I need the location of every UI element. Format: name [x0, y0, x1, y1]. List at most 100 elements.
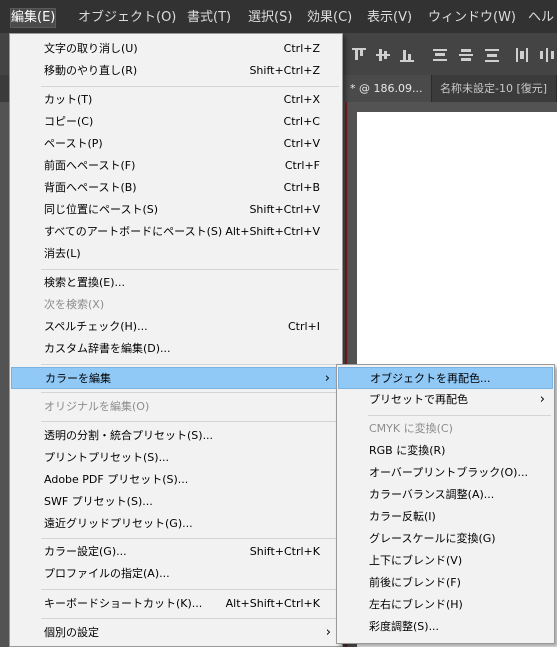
menu-item-color-settings[interactable]: カラー設定(G)... Shift+Ctrl+K [11, 541, 341, 563]
menu-effect[interactable]: 効果(C) [307, 9, 352, 27]
menu-item-label: 上下にブレンド(V) [369, 554, 463, 567]
menu-item-label: 消去(L) [44, 247, 81, 260]
menu-item-label: プロファイルの指定(A)... [44, 567, 170, 580]
menu-item-spell-check[interactable]: スペルチェック(H)... Ctrl+I [11, 316, 341, 338]
menu-item-paste-in-place[interactable]: 同じ位置にペースト(S) Shift+Ctrl+V [11, 199, 341, 221]
align-vertical-center-icon[interactable] [376, 48, 390, 62]
submenu-arrow-icon: › [325, 625, 331, 640]
menu-item-label: 次を検索(X) [44, 298, 105, 311]
menu-item-label: 遠近グリッドプリセット(G)... [44, 517, 193, 530]
menu-type[interactable]: 書式(T) [187, 9, 231, 27]
menu-item-keyboard-shortcuts[interactable]: キーボードショートカット(K)... Alt+Shift+Ctrl+K [11, 593, 341, 615]
menu-item-label: 彩度調整(S)... [369, 620, 440, 633]
align-bottom-icon[interactable] [400, 48, 414, 62]
menu-item-shortcut: Shift+Ctrl+V [249, 203, 320, 216]
menu-item-label: 個別の設定 [44, 626, 99, 639]
distribute-left-icon[interactable] [516, 48, 530, 62]
distribute-bottom-icon[interactable] [485, 48, 499, 62]
submenu-arrow-icon: › [324, 371, 330, 386]
menu-item-convert-grayscale[interactable]: グレースケールに変換(G) [338, 528, 553, 550]
align-top-icon[interactable] [352, 48, 366, 62]
menu-item-label: 透明の分割・統合プリセット(S)... [44, 429, 214, 442]
menu-item-label: オリジナルを編集(O) [44, 400, 150, 413]
menu-item-label: カラーバランス調整(A)... [369, 488, 495, 501]
menu-item-clear[interactable]: 消去(L) [11, 243, 341, 265]
menu-item-shortcut: Alt+Shift+Ctrl+V [225, 225, 320, 238]
menu-item-paste[interactable]: ペースト(P) Ctrl+V [11, 133, 341, 155]
menu-item-label: RGB に変換(R) [369, 444, 446, 457]
menu-item-shortcut: Ctrl+Z [283, 42, 320, 55]
menu-separator [368, 415, 551, 416]
menu-item-paste-in-front[interactable]: 前面へペースト(F) Ctrl+F [11, 155, 341, 177]
menu-item-pdf-presets[interactable]: Adobe PDF プリセット(S)... [11, 469, 341, 491]
tab-document-2[interactable]: 名称未設定-10 [復元] [432, 75, 557, 102]
menu-item-overprint-black[interactable]: オーバープリントブラック(O)... [338, 462, 553, 484]
menu-help[interactable]: ヘル [528, 9, 554, 27]
menu-item-invert-colors[interactable]: カラー反転(I) [338, 506, 553, 528]
menu-item-preferences[interactable]: 個別の設定 › [11, 622, 341, 644]
menu-window[interactable]: ウィンドウ(W) [428, 9, 516, 27]
menu-item-shortcut: Ctrl+V [283, 137, 320, 150]
menu-item-shortcut: Alt+Shift+Ctrl+K [225, 597, 320, 610]
tab-document-1[interactable]: * @ 186.09... [336, 75, 432, 102]
menu-select[interactable]: 選択(S) [248, 9, 292, 27]
menu-item-edit-colors[interactable]: カラーを編集 › [11, 367, 341, 389]
menu-view[interactable]: 表示(V) [367, 9, 412, 27]
menu-item-transparency-presets[interactable]: 透明の分割・統合プリセット(S)... [11, 425, 341, 447]
menu-item-edit-original: オリジナルを編集(O) [11, 396, 341, 418]
menu-separator [41, 86, 339, 87]
menu-item-shortcut: Ctrl+B [283, 181, 320, 194]
menu-item-adjust-color-balance[interactable]: カラーバランス調整(A)... [338, 484, 553, 506]
menu-item-label: 移動のやり直し(R) [44, 64, 138, 77]
menu-item-find-replace[interactable]: 検索と置換(E)... [11, 272, 341, 294]
distribute-top-icon[interactable] [433, 48, 447, 62]
menu-item-label: SWF プリセット(S)... [44, 495, 153, 508]
menu-item-blend-vertically[interactable]: 上下にブレンド(V) [338, 550, 553, 572]
menu-item-shortcut: Ctrl+F [284, 159, 320, 172]
menu-item-label: オブジェクトを再配色... [370, 372, 491, 385]
menu-item-shortcut: Ctrl+C [283, 115, 320, 128]
menu-item-perspective-grid-presets[interactable]: 遠近グリッドプリセット(G)... [11, 513, 341, 535]
menu-item-saturate[interactable]: 彩度調整(S)... [338, 616, 553, 638]
menu-item-label: スペルチェック(H)... [44, 320, 148, 333]
menu-item-swf-presets[interactable]: SWF プリセット(S)... [11, 491, 341, 513]
submenu-arrow-icon: › [539, 392, 545, 407]
distribute-vertical-center-icon[interactable] [459, 48, 473, 62]
menu-item-recolor-with-preset[interactable]: プリセットで再配色 › [338, 389, 553, 411]
menu-item-label: プリセットで再配色 [369, 393, 468, 406]
menu-item-blend-front-to-back[interactable]: 前後にブレンド(F) [338, 572, 553, 594]
menu-item-label: カラー設定(G)... [44, 545, 127, 558]
menu-separator [41, 269, 339, 270]
edit-menu: 文字の取り消し(U) Ctrl+Z 移動のやり直し(R) Shift+Ctrl+Z … [9, 33, 343, 647]
menu-item-label: 文字の取り消し(U) [44, 42, 138, 55]
menu-item-paste-in-back[interactable]: 背面へペースト(B) Ctrl+B [11, 177, 341, 199]
menu-item-undo[interactable]: 文字の取り消し(U) Ctrl+Z [11, 38, 341, 60]
menu-item-convert-rgb[interactable]: RGB に変換(R) [338, 440, 553, 462]
menu-separator [41, 364, 339, 365]
menu-item-find-next: 次を検索(X) [11, 294, 341, 316]
menu-item-label: 左右にブレンド(H) [369, 598, 463, 611]
menu-item-custom-dictionary[interactable]: カスタム辞書を編集(D)... [11, 338, 341, 360]
edit-colors-submenu: オブジェクトを再配色... プリセットで再配色 › CMYK に変換(C) RGB… [336, 364, 555, 644]
menu-item-redo[interactable]: 移動のやり直し(R) Shift+Ctrl+Z [11, 60, 341, 82]
menu-item-blend-horizontally[interactable]: 左右にブレンド(H) [338, 594, 553, 616]
menu-item-label: ペースト(P) [44, 137, 103, 150]
menu-item-label: 同じ位置にペースト(S) [44, 203, 159, 216]
menu-separator [41, 618, 339, 619]
menu-item-assign-profile[interactable]: プロファイルの指定(A)... [11, 563, 341, 585]
menu-separator [41, 392, 339, 393]
menu-edit[interactable]: 編集(E) [9, 8, 57, 28]
menu-item-print-presets[interactable]: プリントプリセット(S)... [11, 447, 341, 469]
menu-item-label: コピー(C) [44, 115, 94, 128]
menu-item-cut[interactable]: カット(T) Ctrl+X [11, 89, 341, 111]
menu-item-shortcut: Ctrl+X [283, 93, 320, 106]
menu-item-paste-all-artboards[interactable]: すべてのアートボードにペースト(S) Alt+Shift+Ctrl+V [11, 221, 341, 243]
menu-object[interactable]: オブジェクト(O) [78, 9, 176, 27]
menu-item-label: Adobe PDF プリセット(S)... [44, 473, 189, 486]
menu-item-recolor-artwork[interactable]: オブジェクトを再配色... [338, 367, 553, 389]
menu-item-shortcut: Shift+Ctrl+Z [249, 64, 320, 77]
menu-item-copy[interactable]: コピー(C) Ctrl+C [11, 111, 341, 133]
menu-item-label: キーボードショートカット(K)... [44, 597, 203, 610]
menu-item-label: カスタム辞書を編集(D)... [44, 342, 171, 355]
distribute-horizontal-center-icon[interactable] [540, 48, 554, 62]
